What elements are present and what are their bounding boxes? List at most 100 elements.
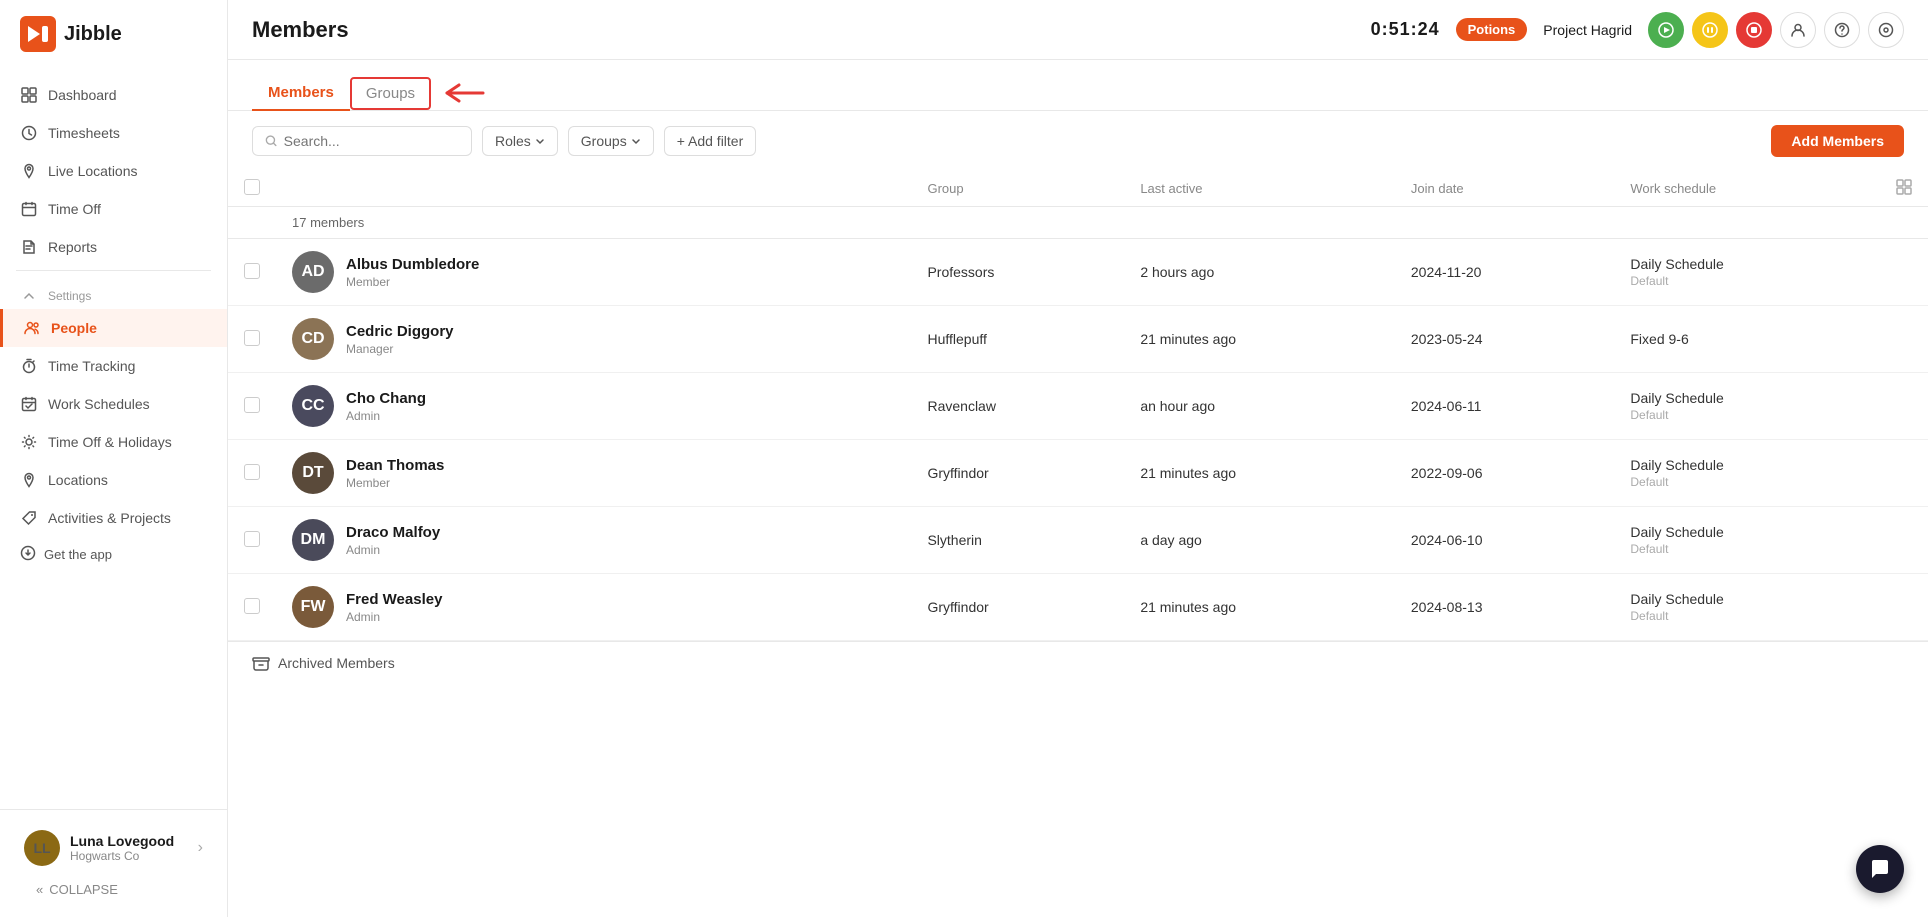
member-name: Albus Dumbledore <box>346 256 479 273</box>
member-name: Fred Weasley <box>346 591 442 608</box>
sidebar: Jibble Dashboard Timesheets Live Locatio… <box>0 0 228 917</box>
search-box[interactable] <box>252 126 472 156</box>
sidebar-item-time-tracking[interactable]: Time Tracking <box>0 347 227 385</box>
calendar-check-icon <box>20 395 38 413</box>
pause-button[interactable] <box>1692 12 1728 48</box>
select-all-checkbox[interactable] <box>244 179 260 195</box>
tab-members[interactable]: Members <box>252 76 350 111</box>
collapse-icon: « <box>36 882 43 897</box>
active-activity-badge[interactable]: Potions <box>1456 18 1528 41</box>
sidebar-item-label: Time Tracking <box>48 358 135 374</box>
roles-filter-button[interactable]: Roles <box>482 126 558 156</box>
sidebar-item-label: Dashboard <box>48 87 117 103</box>
table-row: AD Albus Dumbledore Member Professors 2 … <box>228 239 1928 306</box>
download-icon <box>20 545 36 564</box>
sidebar-item-label: Reports <box>48 239 97 255</box>
table-header-row: Group Last active Join date Work schedul… <box>228 171 1928 207</box>
sidebar-item-timesheets[interactable]: Timesheets <box>0 114 227 152</box>
jibble-logo-icon <box>20 16 56 52</box>
member-role: Admin <box>346 543 440 557</box>
member-count-row: 17 members <box>228 207 1928 239</box>
schedule-name: Daily Schedule <box>1630 524 1864 540</box>
chat-bubble[interactable] <box>1856 845 1904 893</box>
archived-bar[interactable]: Archived Members <box>228 641 1928 684</box>
sidebar-item-people[interactable]: People <box>0 309 227 347</box>
avatar: DT <box>292 452 334 494</box>
table-row: DM Draco Malfoy Admin Slytherin a day ag… <box>228 507 1928 574</box>
schedule-sub: Default <box>1630 274 1864 288</box>
schedule-sub: Default <box>1630 609 1864 623</box>
user-name: Luna Lovegood <box>70 833 188 849</box>
sidebar-item-time-off-holidays[interactable]: Time Off & Holidays <box>0 423 227 461</box>
calendar-icon <box>20 200 38 218</box>
search-input[interactable] <box>284 133 459 149</box>
members-table: Group Last active Join date Work schedul… <box>228 171 1928 641</box>
avatar: LL <box>24 830 60 866</box>
tab-groups[interactable]: Groups <box>350 77 431 110</box>
member-role: Admin <box>346 610 442 624</box>
member-name: Cedric Diggory <box>346 323 454 340</box>
schedule-name: Daily Schedule <box>1630 457 1864 473</box>
sidebar-item-locations[interactable]: Locations <box>0 461 227 499</box>
tabs-bar: Members Groups <box>228 60 1928 111</box>
sidebar-item-time-off[interactable]: Time Off <box>0 190 227 228</box>
sidebar-item-label: Live Locations <box>48 163 138 179</box>
member-last-active: an hour ago <box>1124 373 1395 440</box>
member-join-date: 2024-08-13 <box>1395 574 1615 641</box>
sidebar-item-label: Locations <box>48 472 108 488</box>
avatar: CD <box>292 318 334 360</box>
row-checkbox[interactable] <box>244 464 260 480</box>
member-name: Draco Malfoy <box>346 524 440 541</box>
get-app-button[interactable]: Get the app <box>0 537 227 572</box>
member-join-date: 2024-06-10 <box>1395 507 1615 574</box>
help-icon-button[interactable] <box>1824 12 1860 48</box>
schedule-name: Daily Schedule <box>1630 256 1864 272</box>
grid-icon <box>20 86 38 104</box>
sidebar-item-label: Work Schedules <box>48 396 150 412</box>
avatar: FW <box>292 586 334 628</box>
row-checkbox[interactable] <box>244 397 260 413</box>
member-role: Member <box>346 476 444 490</box>
table-row: CC Cho Chang Admin Ravenclaw an hour ago… <box>228 373 1928 440</box>
logo[interactable]: Jibble <box>0 0 227 68</box>
start-button[interactable] <box>1648 12 1684 48</box>
add-members-button[interactable]: Add Members <box>1771 125 1904 157</box>
stop-button[interactable] <box>1736 12 1772 48</box>
row-checkbox[interactable] <box>244 598 260 614</box>
member-join-date: 2023-05-24 <box>1395 306 1615 373</box>
archive-icon <box>252 654 270 672</box>
sidebar-item-activities-projects[interactable]: Activities & Projects <box>0 499 227 537</box>
member-last-active: a day ago <box>1124 507 1395 574</box>
member-name: Dean Thomas <box>346 457 444 474</box>
settings-icon-button[interactable] <box>1868 12 1904 48</box>
sidebar-item-dashboard[interactable]: Dashboard <box>0 76 227 114</box>
member-group: Professors <box>911 239 1124 306</box>
members-tbody: AD Albus Dumbledore Member Professors 2 … <box>228 239 1928 641</box>
collapse-button[interactable]: « COLLAPSE <box>16 874 211 905</box>
timer-icon <box>20 357 38 375</box>
groups-filter-button[interactable]: Groups <box>568 126 654 156</box>
schedule-name: Daily Schedule <box>1630 390 1864 406</box>
sidebar-item-reports[interactable]: Reports <box>0 228 227 266</box>
sun-icon <box>20 433 38 451</box>
user-profile[interactable]: LL Luna Lovegood Hogwarts Co › <box>16 822 211 874</box>
row-checkbox[interactable] <box>244 330 260 346</box>
member-role: Admin <box>346 409 426 423</box>
member-group: Slytherin <box>911 507 1124 574</box>
member-join-date: 2022-09-06 <box>1395 440 1615 507</box>
settings-header: Settings <box>0 275 227 309</box>
row-checkbox[interactable] <box>244 531 260 547</box>
sidebar-item-work-schedules[interactable]: Work Schedules <box>0 385 227 423</box>
member-group: Gryffindor <box>911 440 1124 507</box>
tag-icon <box>20 509 38 527</box>
sidebar-item-label: Time Off & Holidays <box>48 434 172 450</box>
column-join-date: Join date <box>1395 171 1615 207</box>
member-join-date: 2024-06-11 <box>1395 373 1615 440</box>
row-checkbox[interactable] <box>244 263 260 279</box>
member-last-active: 21 minutes ago <box>1124 306 1395 373</box>
add-filter-button[interactable]: + Add filter <box>664 126 757 156</box>
user-icon-button[interactable] <box>1780 12 1816 48</box>
main-content: Members 0:51:24 Potions Project Hagrid <box>228 0 1928 917</box>
schedule-name: Fixed 9-6 <box>1630 331 1864 347</box>
sidebar-item-live-locations[interactable]: Live Locations <box>0 152 227 190</box>
